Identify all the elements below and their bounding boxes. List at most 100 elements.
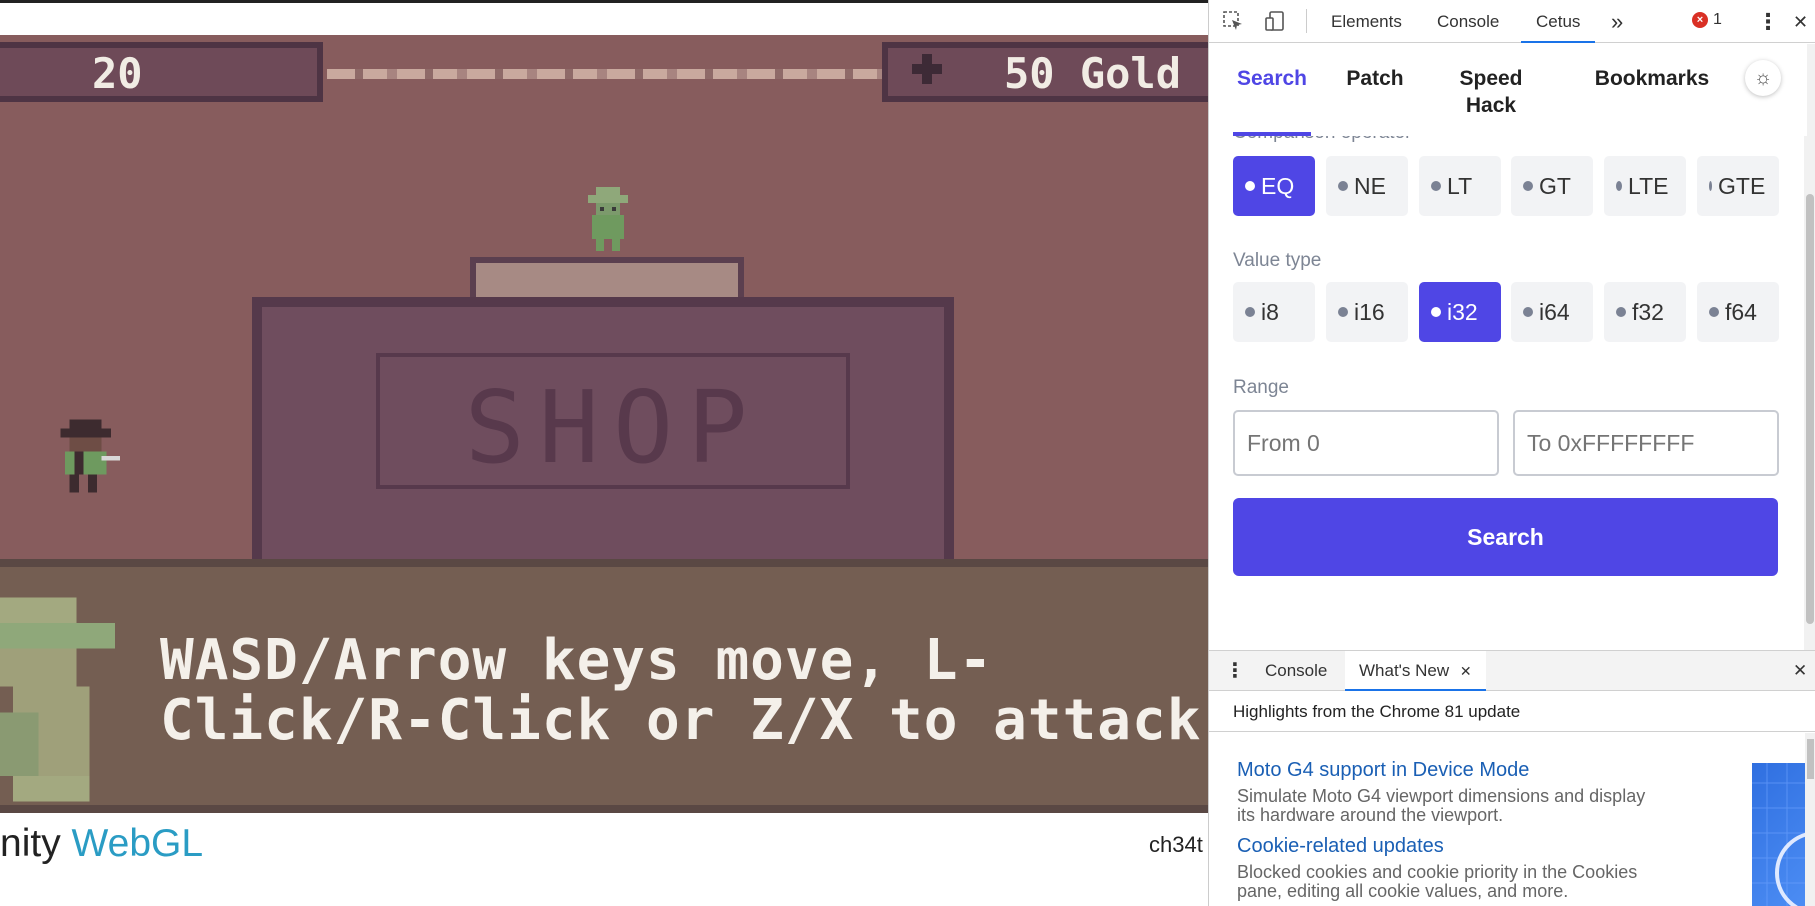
radio-dot-icon [1431, 180, 1441, 191]
range-label: Range [1233, 377, 1289, 398]
hud-progress-bar [327, 69, 882, 79]
devtools-toolbar: Elements Console Cetus » × 1 ⋮ ✕ [1209, 0, 1815, 43]
option-label: LT [1447, 173, 1473, 199]
whats-new-item-description: Simulate Moto G4 viewport dimensions and… [1237, 786, 1646, 825]
shop-building: SHOP [252, 297, 954, 587]
option-lte[interactable]: LTE [1604, 156, 1686, 216]
radio-dot-icon [1245, 180, 1255, 191]
nav-search[interactable]: Search [1233, 65, 1311, 92]
hud-gold-box: 50 Gold [882, 42, 1208, 102]
whats-new-illustration [1752, 763, 1812, 906]
whats-new-header: Highlights from the Chrome 81 update [1209, 692, 1815, 732]
radio-dot-icon [1616, 180, 1622, 191]
option-label: i64 [1539, 299, 1570, 325]
error-count[interactable]: 1 [1713, 11, 1722, 29]
close-devtools-icon[interactable]: ✕ [1793, 0, 1808, 43]
option-label: f64 [1725, 299, 1757, 325]
option-label: f32 [1632, 299, 1664, 325]
unity-webgl-canvas[interactable]: 20 50 Gold SHOP WASD/Arrow keys move, L-… [0, 35, 1208, 813]
tab-elements[interactable]: Elements [1331, 0, 1402, 43]
radio-dot-icon [1523, 180, 1533, 191]
drawer-tab-label: What's New [1359, 661, 1450, 680]
tutorial-dialog-text: WASD/Arrow keys move, L- Click/R-Click o… [160, 628, 1202, 753]
option-label: i32 [1447, 299, 1478, 325]
hud-health-box: 20 [0, 42, 323, 102]
option-i16[interactable]: i16 [1326, 282, 1408, 342]
option-label: LTE [1628, 173, 1669, 199]
radio-dot-icon [1709, 306, 1719, 317]
option-label: NE [1354, 173, 1386, 199]
radio-dot-icon [1523, 306, 1533, 317]
devtools-panel: Elements Console Cetus » × 1 ⋮ ✕ Search … [1208, 0, 1815, 906]
drawer-tab-console[interactable]: Console [1265, 651, 1327, 691]
page-top-border [0, 0, 1208, 3]
radio-dot-icon [1709, 180, 1712, 191]
shopkeeper-sprite [588, 187, 628, 251]
option-gte[interactable]: GTE [1697, 156, 1779, 216]
whats-new-item-title[interactable]: Moto G4 support in Device Mode [1237, 759, 1529, 782]
more-tabs-icon[interactable]: » [1611, 0, 1623, 43]
nav-patch[interactable]: Patch [1337, 65, 1413, 92]
game-title: ch34t [1149, 832, 1203, 857]
range-to-input[interactable] [1513, 410, 1779, 476]
shop-sign-frame: SHOP [376, 353, 850, 489]
option-gt[interactable]: GT [1511, 156, 1593, 216]
whats-new-scrollbar[interactable] [1805, 733, 1815, 906]
device-toggle-icon[interactable] [1263, 10, 1287, 34]
player-sprite [60, 419, 120, 493]
shop-sign-label: SHOP [464, 369, 762, 486]
screen: 20 50 Gold SHOP WASD/Arrow keys move, L-… [0, 0, 1815, 906]
unity-logo-prefix: nity [0, 822, 72, 865]
option-label: GTE [1718, 173, 1766, 199]
error-icon[interactable]: × [1692, 12, 1708, 28]
drawer-tabbar: ⋮ Console What's New ✕ ✕ [1209, 651, 1815, 691]
sun-icon[interactable]: ☼ [1745, 60, 1781, 96]
radio-dot-icon [1245, 306, 1255, 317]
tab-cetus[interactable]: Cetus [1521, 0, 1596, 43]
drawer-kebab-icon[interactable]: ⋮ [1225, 651, 1245, 691]
kebab-menu-icon[interactable]: ⋮ [1757, 0, 1779, 43]
plus-icon [912, 54, 942, 84]
scrollbar-thumb[interactable] [1806, 194, 1814, 624]
radio-dot-icon [1431, 306, 1441, 317]
radio-dot-icon [1338, 180, 1348, 191]
shopkeeper-portrait [0, 597, 115, 802]
nav-bookmarks[interactable]: Bookmarks [1587, 65, 1717, 92]
option-eq[interactable]: EQ [1233, 156, 1315, 216]
active-nav-indicator [1233, 132, 1311, 136]
unity-webgl-logo: nity WebGL [0, 822, 203, 866]
radio-dot-icon [1616, 306, 1626, 317]
inspect-icon[interactable] [1221, 10, 1245, 34]
scrollbar-thumb[interactable] [1807, 739, 1814, 779]
hud-health-value: 20 [92, 49, 143, 98]
whats-new-item-title[interactable]: Cookie-related updates [1237, 835, 1444, 858]
option-i32[interactable]: i32 [1419, 282, 1501, 342]
range-from-input[interactable] [1233, 410, 1499, 476]
option-label: i8 [1261, 299, 1279, 325]
option-lt[interactable]: LT [1419, 156, 1501, 216]
search-button[interactable]: Search [1233, 498, 1778, 576]
option-label: i16 [1354, 299, 1385, 325]
game-page: 20 50 Gold SHOP WASD/Arrow keys move, L-… [0, 0, 1208, 906]
option-i64[interactable]: i64 [1511, 282, 1593, 342]
drawer-tab-whats-new[interactable]: What's New ✕ [1345, 651, 1486, 691]
tutorial-dialog: WASD/Arrow keys move, L- Click/R-Click o… [0, 559, 1208, 813]
option-label: EQ [1261, 173, 1295, 199]
option-ne[interactable]: NE [1326, 156, 1408, 216]
nav-speed-hack[interactable]: Speed Hack [1453, 65, 1529, 119]
toolbar-separator [1306, 9, 1307, 33]
cetus-nav: Search Patch Speed Hack Bookmarks ☼ [1209, 44, 1807, 136]
value-type-label: Value type [1233, 250, 1322, 271]
tab-console[interactable]: Console [1437, 0, 1499, 43]
whats-new-item-description: Blocked cookies and cookie priority in t… [1237, 862, 1638, 901]
devtools-drawer: ⋮ Console What's New ✕ ✕ Highlights from… [1209, 650, 1815, 906]
option-f32[interactable]: f32 [1604, 282, 1686, 342]
hud-gold-value: 50 Gold [1004, 49, 1182, 98]
option-f64[interactable]: f64 [1697, 282, 1779, 342]
option-i8[interactable]: i8 [1233, 282, 1315, 342]
close-tab-icon[interactable]: ✕ [1460, 663, 1472, 679]
radio-dot-icon [1338, 306, 1348, 317]
close-drawer-icon[interactable]: ✕ [1793, 651, 1807, 691]
cetus-panel: Search Patch Speed Hack Bookmarks ☼ Comp… [1209, 44, 1815, 650]
option-label: GT [1539, 173, 1571, 199]
